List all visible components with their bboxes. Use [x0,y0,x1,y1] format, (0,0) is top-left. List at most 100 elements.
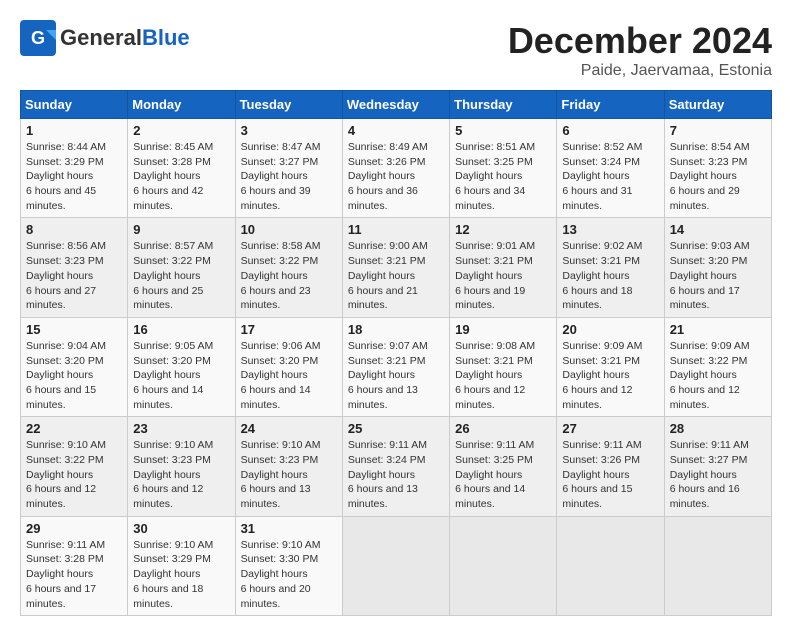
logo-text-blue: Blue [142,25,190,50]
day-number: 17 [241,322,337,337]
day-number: 27 [562,421,658,436]
day-number: 21 [670,322,766,337]
day-info: Sunrise: 9:11 AMSunset: 3:24 PMDaylight … [348,438,444,511]
calendar-cell: 28 Sunrise: 9:11 AMSunset: 3:27 PMDayligh… [664,417,771,516]
day-info: Sunrise: 8:52 AMSunset: 3:24 PMDaylight … [562,140,658,213]
day-info: Sunrise: 9:10 AMSunset: 3:30 PMDaylight … [241,538,337,611]
calendar-cell: 26Sunrise: 9:11 AMSunset: 3:25 PMDayligh… [450,417,557,516]
day-info: Sunrise: 9:10 AMSunset: 3:22 PMDaylight … [26,438,122,511]
calendar-header-tuesday: Tuesday [235,91,342,119]
calendar-header-saturday: Saturday [664,91,771,119]
calendar-cell: 5 Sunrise: 8:51 AMSunset: 3:25 PMDaylight… [450,119,557,218]
calendar-cell: 4 Sunrise: 8:49 AMSunset: 3:26 PMDaylight… [342,119,449,218]
calendar-cell: 19 Sunrise: 9:08 AMSunset: 3:21 PMDayligh… [450,317,557,416]
calendar-cell: 21 Sunrise: 9:09 AMSunset: 3:22 PMDayligh… [664,317,771,416]
calendar-cell: 25 Sunrise: 9:11 AMSunset: 3:24 PMDayligh… [342,417,449,516]
day-info: Sunrise: 9:05 AMSunset: 3:20 PMDaylight … [133,339,229,412]
calendar-cell: 2 Sunrise: 8:45 AMSunset: 3:28 PMDaylight… [128,119,235,218]
day-info: Sunrise: 9:09 AMSunset: 3:21 PMDaylight … [562,339,658,412]
day-number: 15 [26,322,122,337]
day-info: Sunrise: 8:49 AMSunset: 3:26 PMDaylight … [348,140,444,213]
page-header: G GeneralBlue December 2024 Paide, Jaerv… [20,20,772,80]
calendar-week-row: 15 Sunrise: 9:04 AMSunset: 3:20 PMDayligh… [21,317,772,416]
calendar-cell: 22 Sunrise: 9:10 AMSunset: 3:22 PMDayligh… [21,417,128,516]
day-number: 30 [133,521,229,536]
day-info: Sunrise: 9:11 AMSunset: 3:26 PMDaylight … [562,438,658,511]
day-number: 9 [133,222,229,237]
day-number: 23 [133,421,229,436]
calendar-header-sunday: Sunday [21,91,128,119]
day-number: 19 [455,322,551,337]
day-number: 3 [241,123,337,138]
day-number: 7 [670,123,766,138]
calendar-table: SundayMondayTuesdayWednesdayThursdayFrid… [20,90,772,616]
day-number: 31 [241,521,337,536]
calendar-cell: 29Sunrise: 9:11 AMSunset: 3:28 PMDayligh… [21,516,128,615]
calendar-cell [664,516,771,615]
calendar-header-wednesday: Wednesday [342,91,449,119]
calendar-cell: 6Sunrise: 8:52 AMSunset: 3:24 PMDaylight… [557,119,664,218]
calendar-cell: 14 Sunrise: 9:03 AMSunset: 3:20 PMDayligh… [664,218,771,317]
calendar-header-row: SundayMondayTuesdayWednesdayThursdayFrid… [21,91,772,119]
calendar-cell: 10Sunrise: 8:58 AMSunset: 3:22 PMDayligh… [235,218,342,317]
day-number: 16 [133,322,229,337]
calendar-week-row: 22 Sunrise: 9:10 AMSunset: 3:22 PMDayligh… [21,417,772,516]
calendar-cell: 23 Sunrise: 9:10 AMSunset: 3:23 PMDayligh… [128,417,235,516]
day-info: Sunrise: 9:04 AMSunset: 3:20 PMDaylight … [26,339,122,412]
logo-text-general: General [60,25,142,50]
day-number: 12 [455,222,551,237]
day-info: Sunrise: 9:09 AMSunset: 3:22 PMDaylight … [670,339,766,412]
day-info: Sunrise: 9:03 AMSunset: 3:20 PMDaylight … [670,239,766,312]
logo-icon: G [20,20,56,56]
calendar-cell: 18Sunrise: 9:07 AMSunset: 3:21 PMDayligh… [342,317,449,416]
day-number: 22 [26,421,122,436]
calendar-cell [450,516,557,615]
calendar-cell: 30 Sunrise: 9:10 AMSunset: 3:29 PMDayligh… [128,516,235,615]
day-number: 5 [455,123,551,138]
day-info: Sunrise: 9:08 AMSunset: 3:21 PMDaylight … [455,339,551,412]
day-info: Sunrise: 8:51 AMSunset: 3:25 PMDaylight … [455,140,551,213]
day-info: Sunrise: 8:56 AMSunset: 3:23 PMDaylight … [26,239,122,312]
day-info: Sunrise: 9:10 AMSunset: 3:23 PMDaylight … [241,438,337,511]
calendar-cell: 16 Sunrise: 9:05 AMSunset: 3:20 PMDayligh… [128,317,235,416]
day-info: Sunrise: 9:00 AMSunset: 3:21 PMDaylight … [348,239,444,312]
day-number: 8 [26,222,122,237]
calendar-cell: 9Sunrise: 8:57 AMSunset: 3:22 PMDaylight… [128,218,235,317]
title-block: December 2024 Paide, Jaervamaa, Estonia [508,20,772,80]
day-number: 1 [26,123,122,138]
day-info: Sunrise: 9:06 AMSunset: 3:20 PMDaylight … [241,339,337,412]
day-number: 28 [670,421,766,436]
calendar-cell: 8 Sunrise: 8:56 AMSunset: 3:23 PMDaylight… [21,218,128,317]
calendar-cell: 20 Sunrise: 9:09 AMSunset: 3:21 PMDayligh… [557,317,664,416]
day-info: Sunrise: 9:10 AMSunset: 3:29 PMDaylight … [133,538,229,611]
calendar-week-row: 29Sunrise: 9:11 AMSunset: 3:28 PMDayligh… [21,516,772,615]
day-number: 4 [348,123,444,138]
day-info: Sunrise: 9:11 AMSunset: 3:28 PMDaylight … [26,538,122,611]
calendar-header-monday: Monday [128,91,235,119]
month-title: December 2024 [508,20,772,62]
day-info: Sunrise: 8:44 AMSunset: 3:29 PMDaylight … [26,140,122,213]
calendar-cell: 3Sunrise: 8:47 AMSunset: 3:27 PMDaylight… [235,119,342,218]
calendar-cell: 31 Sunrise: 9:10 AMSunset: 3:30 PMDayligh… [235,516,342,615]
calendar-cell: 13Sunrise: 9:02 AMSunset: 3:21 PMDayligh… [557,218,664,317]
day-info: Sunrise: 8:45 AMSunset: 3:28 PMDaylight … [133,140,229,213]
day-info: Sunrise: 9:11 AMSunset: 3:27 PMDaylight … [670,438,766,511]
day-number: 11 [348,222,444,237]
day-info: Sunrise: 8:54 AMSunset: 3:23 PMDaylight … [670,140,766,213]
svg-text:G: G [31,28,45,48]
calendar-cell: 1 Sunrise: 8:44 AMSunset: 3:29 PMDaylight… [21,119,128,218]
day-number: 18 [348,322,444,337]
day-number: 20 [562,322,658,337]
day-number: 25 [348,421,444,436]
day-number: 24 [241,421,337,436]
day-info: Sunrise: 9:02 AMSunset: 3:21 PMDaylight … [562,239,658,312]
calendar-cell: 17 Sunrise: 9:06 AMSunset: 3:20 PMDayligh… [235,317,342,416]
calendar-cell: 7 Sunrise: 8:54 AMSunset: 3:23 PMDaylight… [664,119,771,218]
day-number: 2 [133,123,229,138]
calendar-cell: 15 Sunrise: 9:04 AMSunset: 3:20 PMDayligh… [21,317,128,416]
logo: G GeneralBlue [20,20,190,56]
day-info: Sunrise: 9:10 AMSunset: 3:23 PMDaylight … [133,438,229,511]
day-number: 14 [670,222,766,237]
calendar-cell: 24 Sunrise: 9:10 AMSunset: 3:23 PMDayligh… [235,417,342,516]
calendar-header-friday: Friday [557,91,664,119]
